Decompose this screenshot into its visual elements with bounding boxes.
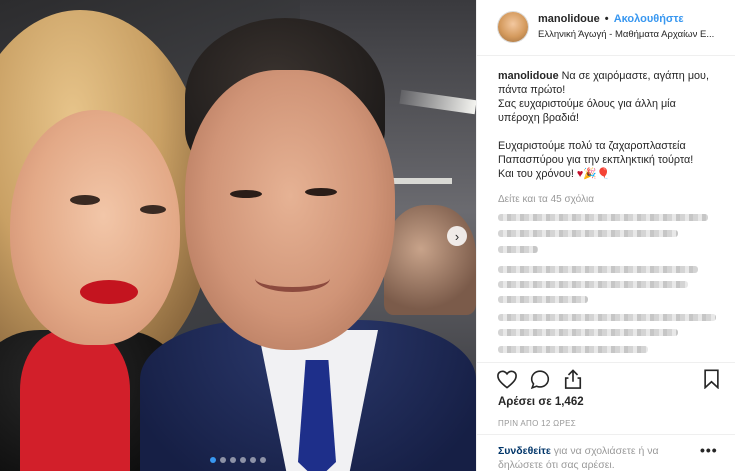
photo-woman-face	[10, 110, 180, 345]
blurred-comment-line	[498, 246, 538, 253]
carousel-dot-active	[210, 457, 216, 463]
photo-ceiling-light-2	[392, 178, 452, 184]
caption-line: Να σε χαιρόμαστε, αγάπη μου,	[561, 70, 709, 82]
chevron-right-icon: ›	[454, 228, 460, 244]
blurred-comment-line	[498, 329, 678, 336]
photo-man-face	[185, 70, 395, 350]
carousel-dot	[260, 457, 266, 463]
username-link[interactable]: manolidoue	[538, 13, 600, 25]
caption-line: Ευχαριστούμε πολύ τα ζαχαροπλαστεία	[498, 140, 686, 152]
photo-woman-eye	[70, 195, 100, 205]
follow-button[interactable]: Ακολουθήστε	[614, 13, 684, 25]
photo-woman-red-top	[20, 330, 130, 471]
post-header: manolidoue • Ακολουθήστε Ελληνική Άγωγή …	[477, 0, 735, 56]
caption-line: Και του χρόνου!	[498, 168, 574, 180]
post-caption: manolidoue Να σε χαιρόμαστε, αγάπη μου, …	[498, 69, 724, 181]
blurred-comment-line	[498, 266, 698, 273]
photo-man-eye	[305, 188, 337, 196]
photo-man-eye	[230, 190, 262, 198]
carousel-dot	[220, 457, 226, 463]
view-all-comments-link[interactable]: Δείτε και τα 45 σχόλια	[498, 194, 594, 205]
avatar[interactable]	[498, 12, 528, 42]
login-prompt: Συνδεθείτε για να σχολιάσετε ή να δηλώσε…	[498, 444, 688, 472]
photo-woman-lips	[80, 280, 138, 304]
blurred-comment-line	[498, 214, 708, 221]
carousel-dot	[250, 457, 256, 463]
blurred-comment-line	[498, 314, 716, 321]
post-side-panel: manolidoue • Ακολουθήστε Ελληνική Άγωγή …	[476, 0, 735, 471]
heart-icon[interactable]	[496, 369, 518, 394]
photo-background-person	[384, 205, 476, 315]
instagram-post: › manolidoue • Ακολουθήστε Ελληνική Άγωγ…	[0, 0, 735, 471]
caption-username[interactable]: manolidoue	[498, 70, 559, 82]
caption-line: Σας ευχαριστούμε όλους για άλλη μία	[498, 98, 676, 110]
share-icon[interactable]	[563, 368, 583, 395]
caption-line: υπέροχη βραδιά!	[498, 112, 579, 124]
carousel-indicator	[0, 457, 476, 463]
blurred-comment-line	[498, 346, 648, 353]
location-link[interactable]: Ελληνική Άγωγή - Μαθήματα Αρχαίων Ε...	[538, 29, 728, 40]
login-prompt-bar: Συνδεθείτε για να σχολιάσετε ή να δηλώσε…	[477, 434, 735, 472]
separator-dot: •	[604, 13, 609, 25]
post-timestamp: ΠΡΙΝ ΑΠΟ 12 ΩΡΕΣ	[498, 419, 576, 428]
carousel-dot	[230, 457, 236, 463]
carousel-next-button[interactable]: ›	[447, 226, 467, 246]
likes-count[interactable]: Αρέσει σε 1,462	[498, 396, 584, 408]
bookmark-icon[interactable]	[703, 369, 720, 394]
blurred-comment-line	[498, 281, 688, 288]
caption-emojis: ♥🎉🎈	[576, 168, 611, 180]
blurred-comment-line	[498, 296, 588, 303]
photo-woman-eye	[140, 205, 166, 214]
comment-icon[interactable]	[529, 369, 551, 395]
caption-line: Παπασπύρου για την εκπληκτική τούρτα!	[498, 154, 694, 166]
photo-man-smile	[255, 265, 330, 292]
caption-line: πάντα πρώτο!	[498, 84, 566, 96]
blurred-comment-line	[498, 230, 678, 237]
carousel-dot	[240, 457, 246, 463]
login-link[interactable]: Συνδεθείτε	[498, 445, 551, 457]
more-options-icon[interactable]: •••	[700, 442, 718, 458]
post-actions-bar	[477, 362, 735, 397]
post-photo[interactable]: ›	[0, 0, 476, 471]
header-user-row: manolidoue • Ακολουθήστε	[538, 13, 684, 25]
